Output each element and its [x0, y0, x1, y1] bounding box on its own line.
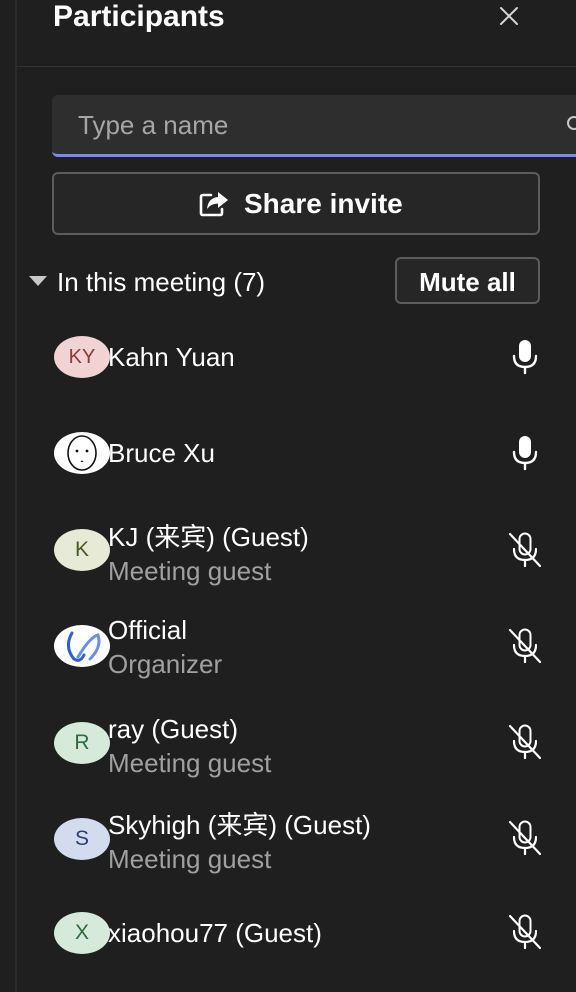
- participant-role: Organizer: [108, 649, 223, 679]
- mic-off-icon[interactable]: [505, 626, 545, 666]
- panel-title: Participants: [53, 0, 225, 33]
- in-meeting-section-toggle[interactable]: In this meeting (7): [29, 266, 329, 300]
- avatar: [54, 432, 110, 474]
- mic-off-icon[interactable]: [505, 722, 545, 762]
- participant-name: KJ (来宾) (Guest): [108, 522, 309, 552]
- participants-panel: Participants Share invite In this meetin…: [0, 0, 576, 992]
- participant-role: Meeting guest: [108, 748, 272, 778]
- organizer-logo-icon: [67, 631, 101, 662]
- mute-all-label: Mute all: [419, 267, 516, 297]
- in-meeting-section-label: In this meeting (7): [57, 267, 266, 297]
- participant-name: Skyhigh (来宾) (Guest): [108, 810, 371, 840]
- panel-header: Participants: [17, 0, 576, 67]
- participant-role: Meeting guest: [108, 556, 272, 586]
- share-icon: [198, 190, 230, 218]
- participant-name: Kahn Yuan: [108, 342, 235, 372]
- avatar: K: [54, 529, 110, 571]
- avatar: X: [54, 912, 110, 954]
- participant-name: xiaohou77 (Guest): [108, 918, 322, 948]
- mute-all-button[interactable]: Mute all: [395, 257, 540, 304]
- mic-off-icon[interactable]: [505, 530, 545, 570]
- avatar: [54, 625, 110, 667]
- participant-name: Bruce Xu: [108, 438, 215, 468]
- participant-name: ray (Guest): [108, 714, 239, 744]
- participant-role: Meeting guest: [108, 844, 272, 874]
- search-input[interactable]: [78, 107, 548, 143]
- mic-off-icon[interactable]: [505, 818, 545, 858]
- share-invite-label: Share invite: [244, 188, 403, 219]
- participant-row[interactable]: Bruce Xu: [17, 406, 576, 502]
- participant-row[interactable]: Official Organizer: [17, 596, 576, 692]
- avatar: KY: [54, 336, 110, 378]
- share-invite-button[interactable]: Share invite: [52, 172, 540, 235]
- avatar: S: [54, 818, 110, 860]
- participant-row[interactable]: X xiaohou77 (Guest): [17, 886, 576, 982]
- close-icon[interactable]: [497, 4, 521, 28]
- participant-name: Official: [108, 615, 187, 645]
- avatar: R: [54, 722, 110, 764]
- search-box[interactable]: [52, 95, 576, 157]
- mic-on-icon[interactable]: [505, 433, 545, 473]
- participant-row[interactable]: K KJ (来宾) (Guest) Meeting guest: [17, 502, 576, 598]
- participant-row[interactable]: S Skyhigh (来宾) (Guest) Meeting guest: [17, 790, 576, 886]
- mic-on-icon[interactable]: [505, 337, 545, 377]
- participant-row[interactable]: KY Kahn Yuan: [17, 310, 576, 406]
- face-sketch-icon: [67, 435, 97, 471]
- mic-off-icon[interactable]: [505, 912, 545, 952]
- search-icon[interactable]: [566, 115, 576, 135]
- participant-row[interactable]: R ray (Guest) Meeting guest: [17, 694, 576, 790]
- chevron-down-icon: [29, 276, 47, 286]
